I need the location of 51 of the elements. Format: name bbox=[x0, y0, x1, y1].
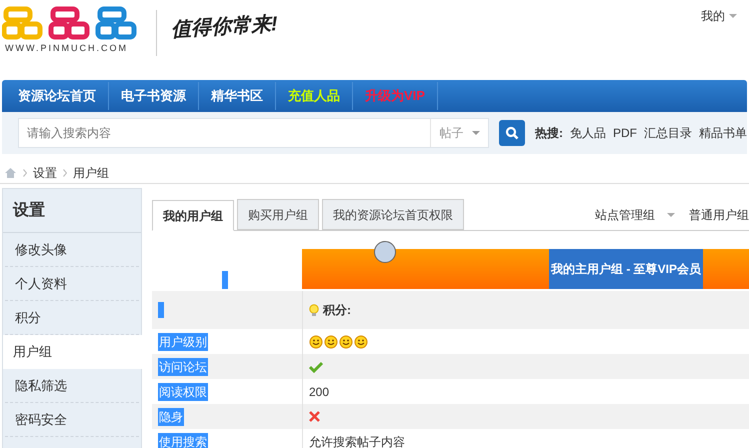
user-menu[interactable]: 我的 bbox=[701, 7, 737, 25]
hot-search-label: 热搜: bbox=[535, 125, 563, 142]
main-group-label: 我的主用户组 - 至尊VIP会员 bbox=[549, 249, 703, 289]
hot-search-link[interactable]: 精品书单 bbox=[699, 124, 747, 142]
nav-link[interactable]: 精华书区 bbox=[199, 86, 275, 106]
selection-mark bbox=[222, 271, 228, 289]
caret-icon bbox=[472, 131, 480, 135]
selection-mark bbox=[158, 302, 164, 318]
hot-search-link[interactable]: 免人品 bbox=[570, 124, 606, 142]
smiley-icon bbox=[324, 334, 338, 348]
caret-icon bbox=[729, 14, 737, 18]
sidebar-item[interactable]: 修改头像 bbox=[5, 233, 139, 267]
smiley-icon bbox=[354, 334, 368, 348]
row-label: 使用搜索 bbox=[158, 432, 208, 448]
tab[interactable]: 购买用户组 bbox=[237, 199, 319, 230]
breadcrumb-link[interactable]: 设置 bbox=[33, 164, 57, 182]
sidebar-item[interactable]: 密码安全 bbox=[5, 403, 139, 437]
caret-icon bbox=[667, 212, 675, 216]
lightbulb-icon bbox=[309, 304, 319, 316]
search-input[interactable]: 请输入搜索内容 bbox=[19, 124, 430, 142]
search-button[interactable] bbox=[499, 120, 525, 146]
row-value: 允许搜索帖子内容 bbox=[309, 434, 405, 448]
row-label: 隐身 bbox=[158, 408, 184, 426]
cross-icon bbox=[309, 411, 320, 422]
row-label: 用户级别 bbox=[158, 332, 208, 350]
tab[interactable]: 我的资源论坛首页权限 bbox=[322, 199, 464, 230]
sidebar-title: 设置 bbox=[3, 189, 141, 233]
check-icon bbox=[309, 360, 323, 372]
slogan: 值得你常来! bbox=[170, 12, 278, 43]
chevron-icon bbox=[63, 168, 67, 176]
row-label: 阅读权限 bbox=[158, 382, 208, 400]
tab[interactable]: 我的用户组 bbox=[152, 200, 234, 231]
breadcrumb-link[interactable]: 用户组 bbox=[73, 164, 109, 182]
smiley-icon bbox=[339, 334, 353, 348]
nav-link[interactable]: 电子书资源 bbox=[109, 86, 198, 106]
group-dropdown[interactable]: 站点管理组 bbox=[595, 206, 675, 224]
hot-search-link[interactable]: 汇总目录 bbox=[644, 124, 692, 142]
smiley-icon bbox=[309, 334, 323, 348]
sidebar-item[interactable]: 隐私筛选 bbox=[5, 369, 139, 403]
hot-search-link[interactable]: PDF bbox=[613, 124, 637, 142]
site-domain: WWW.PINMUCH.COM bbox=[5, 42, 128, 55]
row-value: 200 bbox=[309, 384, 330, 400]
sidebar-item[interactable]: 个人资料 bbox=[5, 267, 139, 301]
nav-link[interactable]: 充值人品 bbox=[276, 86, 352, 106]
group-dropdown[interactable]: 普通用户组 bbox=[689, 206, 749, 224]
search-icon bbox=[505, 126, 520, 140]
row-label: 访问论坛 bbox=[158, 358, 208, 376]
points-label: 积分: bbox=[323, 302, 351, 319]
sidebar-item[interactable]: 用户组 bbox=[3, 335, 142, 369]
chevron-icon bbox=[23, 168, 27, 176]
nav-link[interactable]: 资源论坛首页 bbox=[6, 86, 108, 106]
